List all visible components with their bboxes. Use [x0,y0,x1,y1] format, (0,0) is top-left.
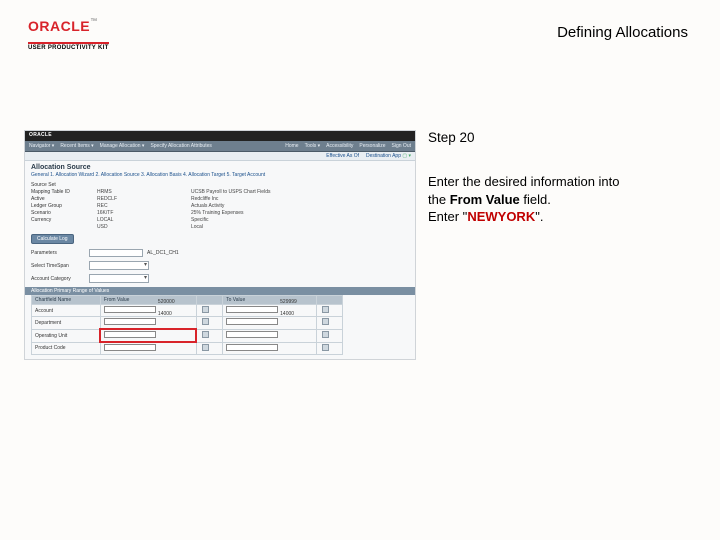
range-stripe: Allocation Primary Range of Values [25,287,415,295]
col-to-lookup [317,296,343,305]
lookup-icon [322,306,329,313]
step-label: Step 20 [428,130,690,145]
col-chartfield: Chartfield Name [32,296,101,305]
calculate-button: Calculate Log [31,234,74,244]
app-brand-bar: ORACLE [25,131,415,141]
nav-item: Accessibility [326,143,353,149]
timespan-select [89,261,149,270]
tm-mark: ™ [90,18,97,25]
subbar-left: Effective As Of [326,153,359,159]
nav-item: Tools ▾ [305,143,321,149]
table-row: Account 520000 529999 [32,305,343,317]
lookup-icon [202,331,209,338]
to-value-input [226,331,278,338]
app-sub-bar: Effective As Of Destination App ▢ ▾ [25,152,415,161]
instruction-text: Enter the desired information into the F… [428,173,690,226]
col-from-lookup [196,296,222,305]
nav-item: Manage Allocation ▾ [100,143,145,149]
lookup-icon [322,318,329,325]
parameters-input [89,249,143,257]
lookup-icon [322,344,329,351]
table-row: Department 14000 14000 [32,317,343,330]
nav-item: Navigator ▾ [29,143,54,149]
page-title: Defining Allocations [557,24,688,41]
brand-text: ORACLE [28,18,90,34]
subbrand-text: USER PRODUCTIVITY KIT [28,42,109,51]
kv-grid: Source Set Mapping Table IDHRMSUCSB Payr… [25,181,415,231]
oracle-logo: ORACLE™ USER PRODUCTIVITY KIT [28,18,109,54]
wizard-crumbs: General 1. Allocation Wizard 2. Allocati… [25,171,415,181]
col-to-value: To Value [223,296,317,305]
app-nav-bar: Navigator ▾ Recent Items ▾ Manage Alloca… [25,141,415,152]
lookup-icon [322,331,329,338]
col-from-value: From Value [100,296,196,305]
account-category-select [89,274,149,283]
entry-value-highlight: NEWYORK [467,209,535,224]
table-row: Product Code [32,342,343,355]
timespan-label: Select TimeSpan [31,263,85,269]
range-grid: Chartfield Name From Value To Value Acco… [31,295,343,355]
from-value-input [104,344,156,351]
subbar-right: Destination App [366,153,401,159]
from-value-input [104,306,156,313]
to-value-input [226,344,278,351]
nav-item: Personalize [359,143,385,149]
field-name-bold: From Value [450,192,520,207]
from-value-input [104,331,156,338]
nav-item: Recent Items ▾ [60,143,93,149]
parameters-value: AL_DC1_CH1 [147,250,179,256]
from-value-input [104,318,156,325]
nav-item: Sign Out [392,143,411,149]
lookup-icon [202,318,209,325]
lookup-icon [202,344,209,351]
to-value-input [226,318,278,325]
table-row: Operating Unit [32,329,343,342]
nav-item: Specify Allocation Attributes [150,143,211,149]
embedded-screenshot: ORACLE Navigator ▾ Recent Items ▾ Manage… [24,130,416,360]
nav-item: Home [285,143,298,149]
to-value-input [226,306,278,313]
parameters-label: Parameters [31,250,85,256]
from-value-highlighted [100,329,196,342]
section-title: Allocation Source [25,161,415,171]
lookup-icon [202,306,209,313]
account-category-label: Account Category [31,276,85,282]
